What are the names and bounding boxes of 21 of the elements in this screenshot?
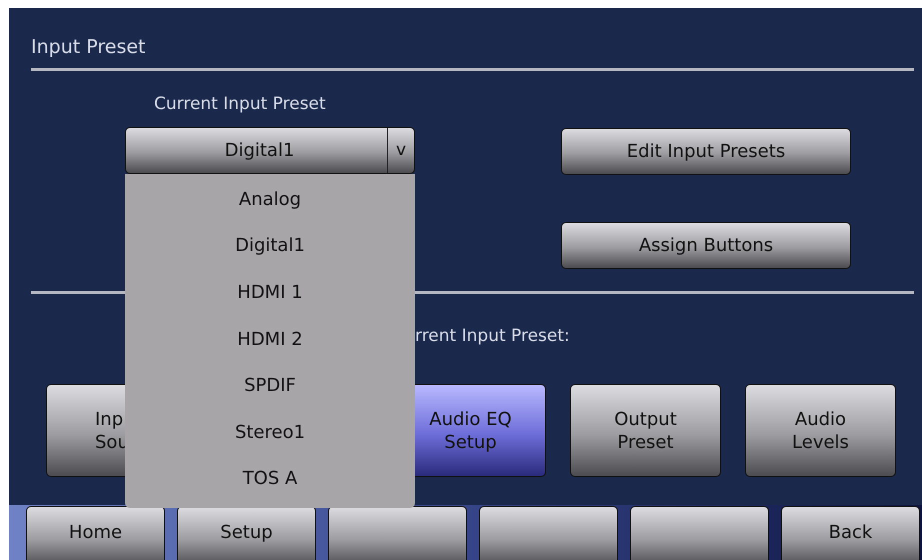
feature-button[interactable]: Audio Levels <box>745 384 896 477</box>
screen-title: Input Preset <box>31 35 146 59</box>
field-label: Current Input Preset <box>154 93 326 115</box>
dropdown-option[interactable]: HDMI 2 <box>237 316 303 362</box>
action-button[interactable]: Edit Input Presets <box>561 128 851 175</box>
feature-button[interactable]: Output Preset <box>570 384 721 477</box>
nav-button[interactable]: Back <box>781 506 920 560</box>
blank-button[interactable] <box>630 506 769 560</box>
dropdown-option[interactable]: Digital1 <box>235 222 305 270</box>
nav-button[interactable]: Setup <box>177 506 316 560</box>
blank-button[interactable] <box>328 506 467 560</box>
dropdown-option[interactable]: Stereo1 <box>234 408 306 456</box>
dropdown-option[interactable]: HDMI 1 <box>237 269 303 316</box>
section-label: rrent Input Preset: <box>415 325 570 348</box>
preset-dropdown[interactable]: Digital1 v <box>125 127 415 174</box>
dropdown-option[interactable]: TOS A <box>242 456 298 502</box>
nav-button[interactable]: Home <box>26 506 165 560</box>
dropdown-option[interactable]: Analog <box>238 176 302 223</box>
action-button[interactable]: Assign Buttons <box>561 222 851 269</box>
dropdown-option[interactable]: SPDIF <box>244 362 296 409</box>
blank-button[interactable] <box>479 506 618 560</box>
